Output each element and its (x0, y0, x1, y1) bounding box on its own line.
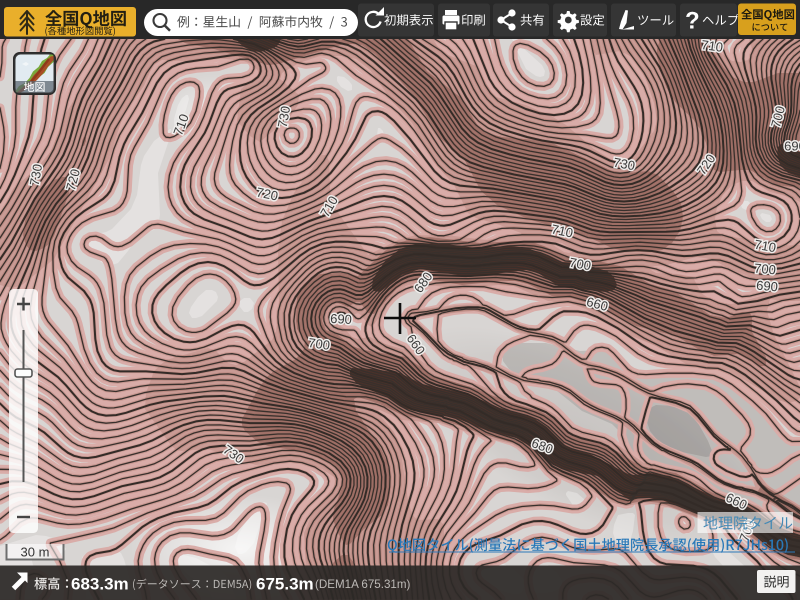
svg-text:700: 700 (754, 261, 777, 278)
svg-text:690: 690 (756, 278, 779, 295)
svg-text:710: 710 (700, 37, 724, 55)
svg-text:?: ? (685, 8, 700, 35)
svg-text:675.3m: 675.3m (256, 575, 314, 594)
svg-text:690: 690 (784, 138, 800, 153)
svg-text:683.3m: 683.3m (71, 575, 129, 594)
svg-text:700: 700 (307, 335, 331, 353)
svg-text:690: 690 (330, 311, 352, 327)
svg-text:30 m: 30 m (21, 545, 50, 560)
svg-text:(DEM1A 675.31m): (DEM1A 675.31m) (315, 578, 411, 591)
